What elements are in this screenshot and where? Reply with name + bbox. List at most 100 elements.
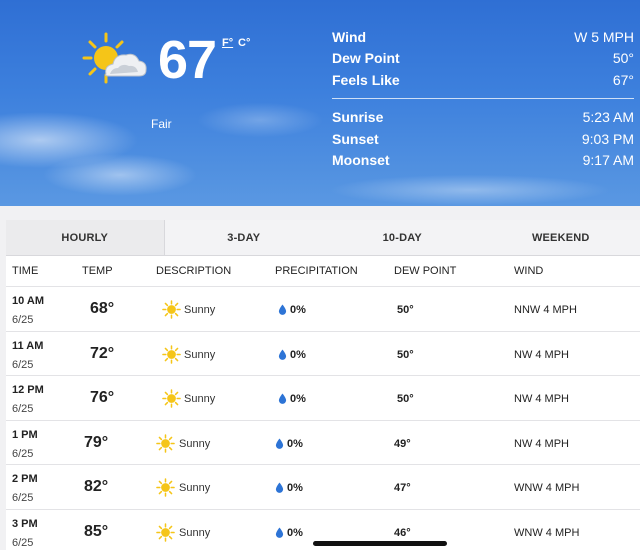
fahrenheit-toggle[interactable]: F° [222,37,233,49]
stat-label: Dew Point [332,50,400,67]
row-description: Sunny [179,437,211,450]
stat-value: 5:23 AM [582,109,634,126]
row-wind: NNW 4 MPH [514,304,577,316]
stat-value: 67° [612,71,634,88]
row-time: 1 PM [12,428,38,441]
row-wind: NW 4 MPH [514,437,569,450]
row-time: 10 AM [12,295,44,307]
sunny-icon [162,344,181,364]
table-row[interactable]: 12 PM 6/25 76° Sunny 0% 50° NW 4 MPH [6,375,640,420]
sunrise-stat: Sunrise 5:23 AM [332,107,634,129]
row-temp: 68° [90,300,115,317]
table-row[interactable]: 1 PM 6/25 79° Sunny 0% 49° NW 4 MPH [6,419,640,465]
row-precipitation: 0% [290,393,306,406]
row-temp: 82° [84,478,109,496]
celsius-toggle[interactable]: C° [238,37,250,49]
col-temp: TEMP [82,265,113,277]
stat-value: W 5 MPH [574,28,634,45]
row-precipitation: 0% [287,437,303,450]
row-wind: WNW 4 MPH [514,482,580,495]
table-row[interactable]: 10 AM 6/25 68° Sunny 0% 50° NNW 4 MPH [6,286,640,331]
raindrop-icon [275,482,284,494]
row-description: Sunny [179,526,211,539]
row-temp: 85° [84,522,109,540]
sunset-stat: Sunset 9:03 PM [332,128,634,150]
stat-value: 9:17 AM [582,152,634,169]
row-precipitation: 0% [290,348,306,361]
row-description: Sunny [184,393,216,406]
raindrop-icon [278,304,287,315]
raindrop-icon [278,393,287,405]
row-description: Sunny [184,348,216,361]
raindrop-icon [278,349,287,360]
current-conditions: 67 F° C° Fair Wind W 5 MPH Dew Point 50°… [0,0,640,206]
row-temp: 79° [84,433,109,451]
sunny-icon [156,478,175,498]
home-indicator[interactable] [313,541,447,546]
col-precipitation: PRECIPITATION [275,265,358,277]
row-wind: NW 4 MPH [514,393,569,406]
stat-label: Sunrise [332,109,384,126]
row-precipitation: 0% [290,304,306,316]
row-date: 6/25 [12,536,34,549]
col-wind: WIND [514,265,544,277]
col-dew-point: DEW POINT [394,265,457,277]
row-temp: 76° [90,389,115,407]
stat-label: Moonset [332,152,390,169]
row-time: 12 PM [12,384,44,397]
row-dew-point: 50° [397,348,414,361]
tab-weekend[interactable]: WEEKEND [482,220,640,255]
row-wind: NW 4 MPH [514,348,569,361]
stat-label: Sunset [332,130,379,147]
row-time: 11 AM [12,339,44,352]
stats-divider [332,97,634,99]
row-precipitation: 0% [287,482,303,495]
row-dew-point: 49° [394,437,411,450]
feels-like-stat: Feels Like 67° [332,69,634,91]
sunny-icon [162,300,181,319]
hourly-table: 10 AM 6/25 68° Sunny 0% 50° NNW 4 MPH 11… [6,286,640,550]
row-dew-point: 47° [394,482,411,495]
moonset-stat: Moonset 9:17 AM [332,150,634,172]
sunny-icon [162,389,181,408]
table-row[interactable]: 11 AM 6/25 72° Sunny 0% 50° NW 4 MPH [6,330,640,376]
table-row[interactable]: 2 PM 6/25 82° Sunny 0% 47° WNW 4 MPH [6,464,640,509]
tab-3-day[interactable]: 3-DAY [165,220,324,255]
row-date: 6/25 [12,314,34,326]
col-description: DESCRIPTION [156,265,232,277]
tab-10-day[interactable]: 10-DAY [323,220,482,255]
row-date: 6/25 [12,358,34,371]
condition-text: Fair [151,117,172,131]
row-time: 3 PM [12,517,38,530]
row-wind: WNW 4 MPH [514,526,580,539]
row-date: 6/25 [12,403,34,416]
sunny-icon [156,523,175,542]
sunny-icon [156,433,175,453]
partly-sunny-icon [82,32,147,84]
row-description: Sunny [184,304,216,316]
tab-hourly[interactable]: HOURLY [6,220,165,255]
stat-label: Wind [332,28,367,45]
row-temp: 72° [90,344,115,362]
dew-point-stat: Dew Point 50° [332,48,634,70]
table-header: TIME TEMP DESCRIPTION PRECIPITATION DEW … [6,256,640,286]
wind-stat: Wind W 5 MPH [332,26,634,48]
row-date: 6/25 [12,447,34,460]
row-dew-point: 50° [397,393,414,406]
weather-stats: Wind W 5 MPH Dew Point 50° Feels Like 67… [332,26,634,171]
row-dew-point: 46° [394,526,411,539]
raindrop-icon [275,527,284,538]
current-temperature: 67 [158,30,217,90]
row-precipitation: 0% [287,526,303,539]
row-dew-point: 50° [397,304,414,316]
stat-value: 50° [612,50,634,67]
raindrop-icon [275,438,284,449]
row-description: Sunny [179,482,211,495]
col-time: TIME [12,265,39,277]
stat-label: Feels Like [332,71,400,88]
forecast-tabs: HOURLY 3-DAY 10-DAY WEEKEND [6,220,640,256]
row-date: 6/25 [12,492,34,505]
stat-value: 9:03 PM [581,130,634,147]
forecast-panel: HOURLY 3-DAY 10-DAY WEEKEND TIME TEMP DE… [6,220,640,550]
row-time: 2 PM [12,473,38,486]
